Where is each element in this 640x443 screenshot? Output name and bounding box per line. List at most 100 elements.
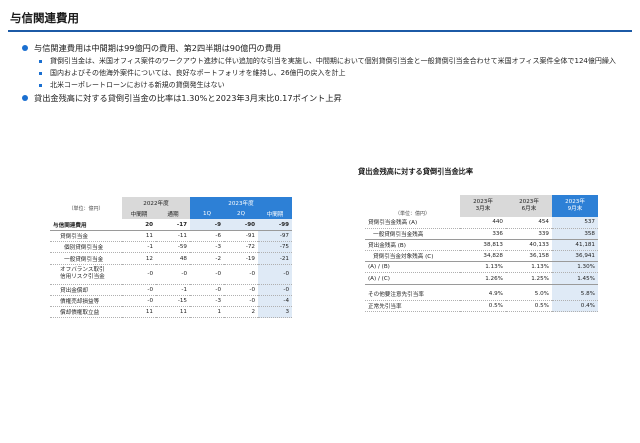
row-label: (A) / (C) — [365, 272, 460, 285]
cell: 5.0% — [506, 289, 552, 301]
cell: 1 — [190, 306, 224, 319]
column-header: 2Q — [224, 208, 258, 220]
cell: 0.5% — [506, 300, 552, 313]
row-label: 貸倒引当金対象残高 (C) — [365, 250, 460, 263]
cell: -0 — [224, 264, 258, 285]
column-header: 2023年 6月末 — [506, 195, 552, 217]
header-line: 2023年 — [519, 199, 539, 205]
cell: 440 — [460, 217, 506, 229]
cell: -97 — [258, 230, 292, 243]
square-bullet-icon — [39, 83, 42, 87]
cell: 12 — [122, 252, 156, 265]
sub-bullet-text: 国内およびその他海外案件については、良好なポートフォリオを維持し、26億円の戻入… — [50, 69, 346, 77]
cell: -0 — [122, 295, 156, 308]
row-label: 債権売却損益等 — [50, 295, 122, 308]
unit-label: （単位：億円） — [68, 205, 104, 212]
table-row: 貸出金残高 (B) 38,813 40,133 41,181 — [365, 239, 598, 252]
cell: 1.30% — [552, 261, 598, 274]
cell: 11 — [122, 230, 156, 243]
bullet-allowance-ratio: 貸出金残高に対する貸倒引当金の比率は1.30%と2023年3月末比0.17ポイン… — [22, 92, 622, 104]
header-line: 3月末 — [475, 206, 491, 212]
square-bullet-icon — [39, 59, 42, 63]
header-line: 6月末 — [521, 206, 537, 212]
cell: -90 — [224, 219, 258, 232]
row-label: 貸出金残高 (B) — [365, 239, 460, 252]
cell: 36,941 — [552, 250, 598, 263]
cell: -0 — [224, 295, 258, 308]
table-row: 一般貸倒引当金 12 48 -2 -19 -21 — [50, 252, 292, 265]
cell: -3 — [190, 241, 224, 254]
cell: -6 — [190, 230, 224, 243]
table-row: (A) / (B) 1.13% 1.13% 1.30% — [365, 261, 598, 274]
cell: -0 — [224, 284, 258, 296]
cell: 41,181 — [552, 239, 598, 252]
row-label-line: 信用リスク引当金 — [60, 274, 105, 281]
cell: -0 — [190, 284, 224, 296]
row-label: 貸倒引当金 — [50, 230, 122, 243]
row-label: 貸倒引当金残高 (A) — [365, 217, 460, 229]
table-row: 償却債権取立益 11 11 1 2 3 — [50, 306, 292, 319]
bullet-credit-cost: 与信関連費用は中間期は99億円の費用、第2四半期は90億円の費用 — [22, 42, 622, 54]
cell: -15 — [156, 295, 190, 308]
allowance-ratio-table: （単位：億円） 2023年 3月末 2023年 6月末 2023年 9月末 貸倒引当金… — [365, 195, 598, 313]
sub-bullet-north-america: 北米コーポレートローンにおける新規の貸倒発生はない — [22, 80, 622, 90]
bullet-dot-icon — [22, 95, 28, 101]
table-row: オフバランス取引 信用リスク引当金 -0 -0 -0 -0 -0 — [50, 264, 292, 285]
column-header: 通期 — [156, 208, 190, 220]
cell: -91 — [224, 230, 258, 243]
cell: 2 — [224, 306, 258, 319]
table-row: 一般貸倒引当金残高 336 339 358 — [365, 228, 598, 240]
cell: 1.26% — [460, 272, 506, 285]
table-row: 与信関連費用 20 -17 -9 -90 -99 — [50, 219, 292, 232]
cell: -75 — [258, 241, 292, 254]
row-label: オフバランス取引 信用リスク引当金 — [50, 264, 122, 285]
column-header: 中間期 — [258, 208, 292, 220]
sub-bullet-text: 北米コーポレートローンにおける新規の貸倒発生はない — [50, 81, 225, 89]
cell: -99 — [258, 219, 292, 232]
cell: -59 — [156, 241, 190, 254]
credit-cost-table: （単位：億円） 2022年度 2023年度 中間期 通期 1Q 2Q 中間期 与… — [50, 197, 292, 319]
cell: 36,158 — [506, 250, 552, 263]
title-divider — [8, 30, 632, 32]
table-row: 貸出金償却 -0 -1 -0 -0 -0 — [50, 284, 292, 296]
table-row: (A) / (C) 1.26% 1.25% 1.45% — [365, 272, 598, 285]
cell: -0 — [258, 284, 292, 296]
row-label: 個別貸倒引当金 — [50, 241, 122, 254]
cell: 1.13% — [506, 261, 552, 274]
row-label: 一般貸倒引当金 — [50, 252, 122, 265]
cell: -4 — [258, 295, 292, 308]
cell: 358 — [552, 228, 598, 240]
cell: -0 — [190, 264, 224, 285]
cell: -9 — [190, 219, 224, 232]
table-row: 貸倒引当金対象残高 (C) 34,828 36,158 36,941 — [365, 250, 598, 263]
square-bullet-icon — [39, 71, 42, 75]
cell: -21 — [258, 252, 292, 265]
cell: 537 — [552, 217, 598, 229]
cell: -1 — [156, 284, 190, 296]
cell: 1.13% — [460, 261, 506, 274]
table-row: その他要注意先引当率 4.9% 5.0% 5.8% — [365, 289, 598, 301]
column-header: 2023年 9月末 — [552, 195, 598, 217]
row-label: その他要注意先引当率 — [365, 289, 460, 301]
fy2022-header: 2022年度 — [122, 197, 190, 209]
cell: -0 — [122, 284, 156, 296]
cell: 11 — [122, 306, 156, 319]
row-label: 与信関連費用 — [50, 219, 122, 232]
column-header: 中間期 — [122, 208, 156, 220]
column-header: 1Q — [190, 208, 224, 220]
cell: 336 — [460, 228, 506, 240]
cell: 3 — [258, 306, 292, 319]
cell: 454 — [506, 217, 552, 229]
row-label: 一般貸倒引当金残高 — [365, 228, 460, 240]
header-line: 2023年 — [473, 199, 493, 205]
cell: 0.4% — [552, 300, 598, 313]
cell: -72 — [224, 241, 258, 254]
cell: -11 — [156, 230, 190, 243]
row-label-line: オフバランス取引 — [60, 267, 105, 274]
bullet-text: 与信関連費用は中間期は99億円の費用、第2四半期は90億円の費用 — [34, 43, 282, 53]
sub-bullet-text: 貸倒引当金は、米国オフィス案件のワークアウト進捗に伴い追加的な引当を実施し、中間… — [50, 57, 616, 65]
cell: 20 — [122, 219, 156, 232]
cell: -1 — [122, 241, 156, 254]
bullet-dot-icon — [22, 45, 28, 51]
cell: -19 — [224, 252, 258, 265]
